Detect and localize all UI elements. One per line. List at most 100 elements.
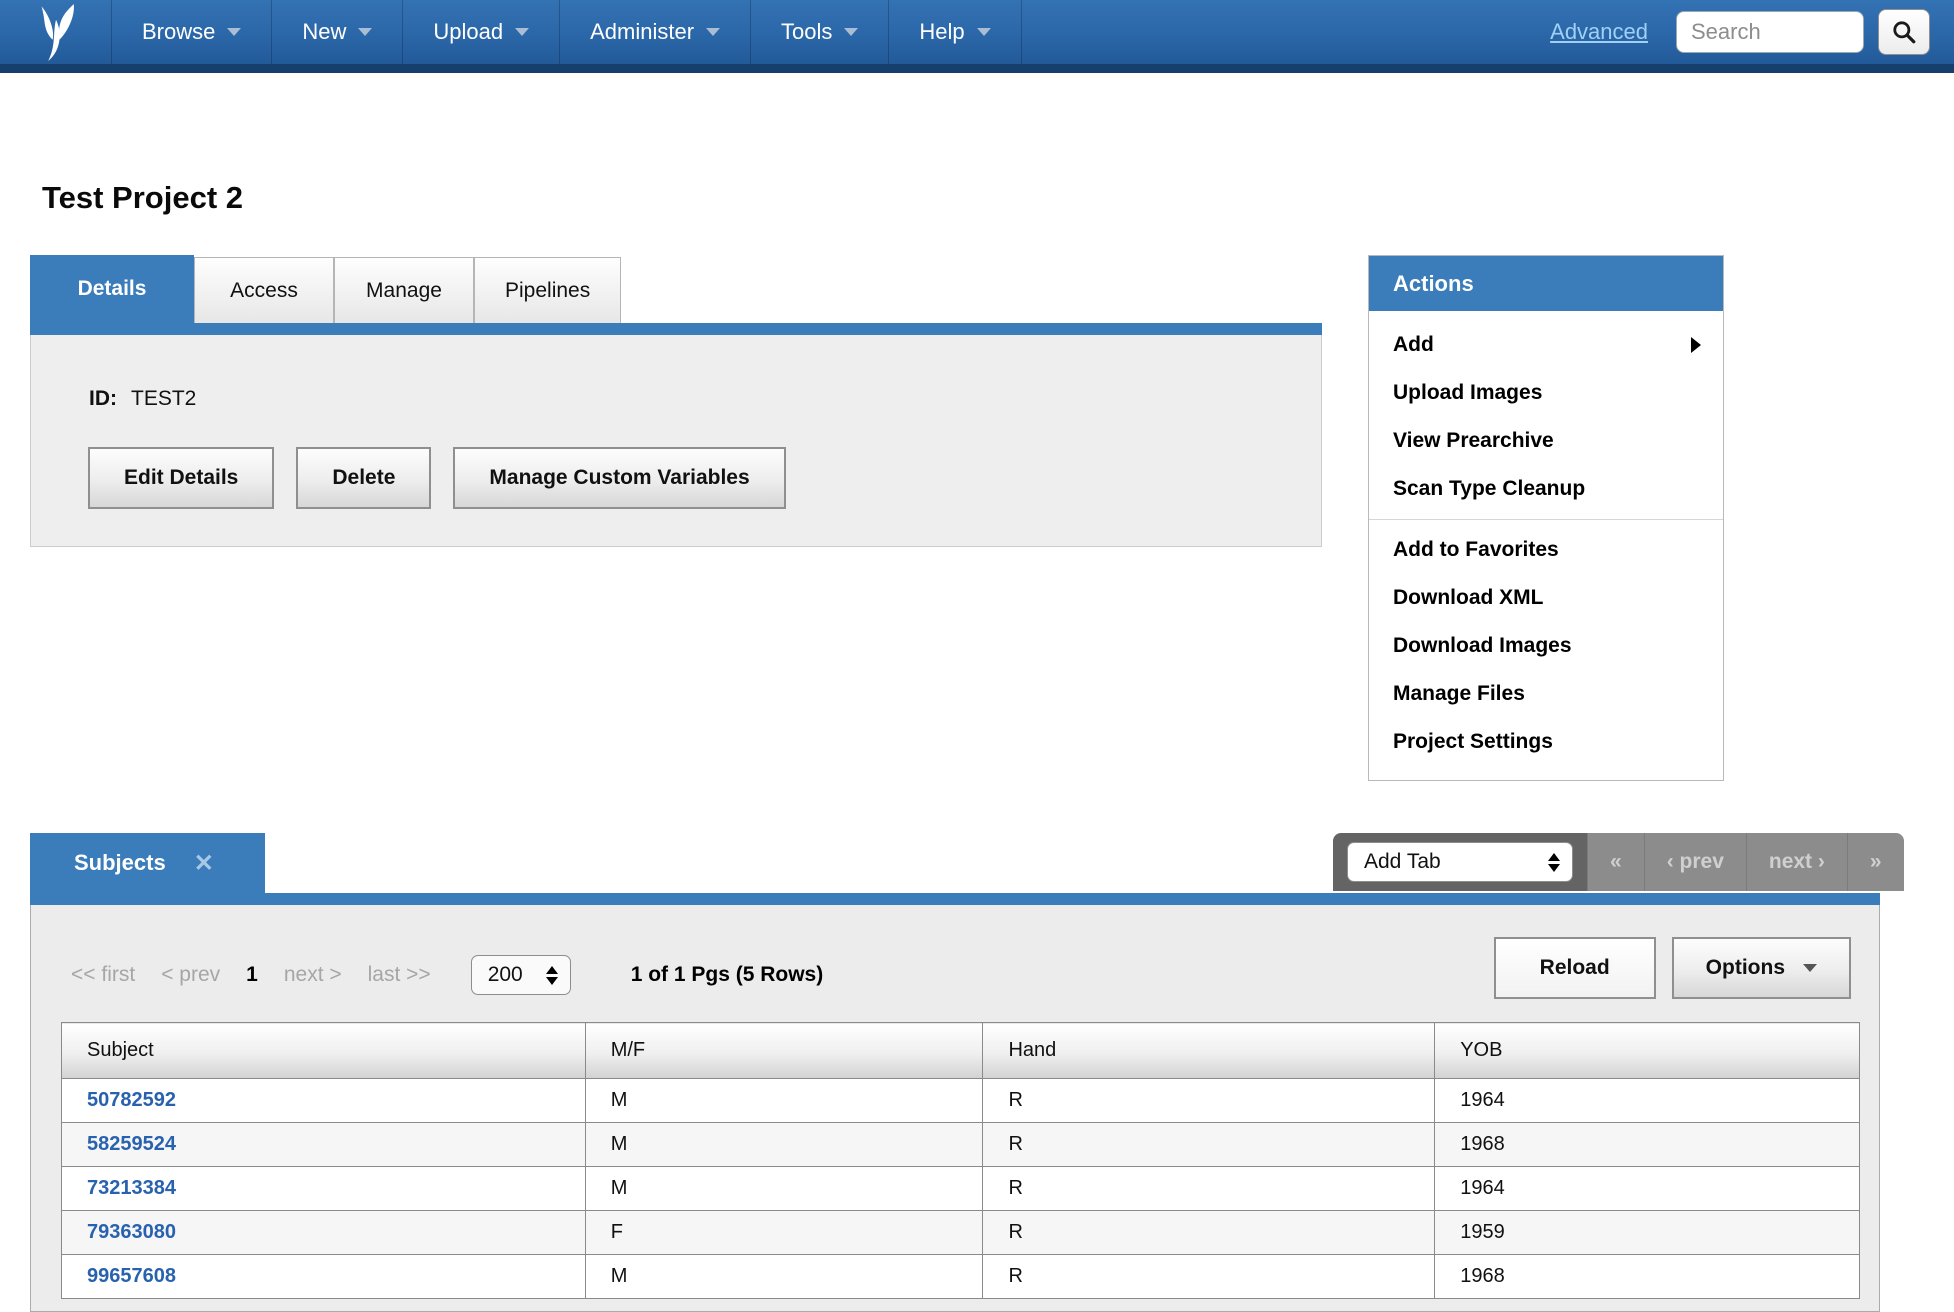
chevron-down-icon <box>844 28 858 36</box>
table-row: 73213384 M R 1964 <box>62 1167 1860 1211</box>
column-header-yob[interactable]: YOB <box>1435 1023 1860 1079</box>
tab-details[interactable]: Details <box>30 255 194 323</box>
tab-access[interactable]: Access <box>194 257 334 323</box>
cell-mf: M <box>585 1167 983 1211</box>
page-next-link[interactable]: next > <box>284 963 342 987</box>
subjects-tab-strip <box>30 893 1880 905</box>
tab-pager-prev[interactable]: ‹ prev <box>1644 833 1746 891</box>
cell-mf: M <box>585 1255 983 1299</box>
table-header-row: Subject M/F Hand YOB <box>62 1023 1860 1079</box>
id-label: ID: <box>89 387 117 410</box>
pagination-controls: << first < prev 1 next > last >> 200 1 o… <box>71 955 823 995</box>
action-add-to-favorites[interactable]: Add to Favorites <box>1369 526 1723 574</box>
nav-menu-upload[interactable]: Upload <box>402 0 559 64</box>
project-tabs: Details Access Manage Pipelines <box>30 255 621 323</box>
project-id-line: ID: TEST2 <box>89 387 196 411</box>
nav-menu-browse[interactable]: Browse <box>111 0 271 64</box>
chevron-down-icon <box>706 28 720 36</box>
page-size-select[interactable]: 200 <box>471 955 571 995</box>
cell-hand: R <box>983 1211 1435 1255</box>
options-button[interactable]: Options <box>1672 937 1851 999</box>
subjects-tab-label: Subjects <box>74 850 166 876</box>
cell-hand: R <box>983 1167 1435 1211</box>
select-arrows-icon <box>1548 853 1560 872</box>
pagination-summary: 1 of 1 Pgs (5 Rows) <box>631 963 824 987</box>
subject-link[interactable]: 79363080 <box>87 1221 176 1243</box>
action-upload-images[interactable]: Upload Images <box>1369 369 1723 417</box>
column-header-hand[interactable]: Hand <box>983 1023 1435 1079</box>
subject-link[interactable]: 50782592 <box>87 1089 176 1111</box>
advanced-search-link[interactable]: Advanced <box>1550 19 1648 45</box>
action-download-images[interactable]: Download Images <box>1369 622 1723 670</box>
delete-button[interactable]: Delete <box>296 447 431 509</box>
page-first-link[interactable]: << first <box>71 963 135 987</box>
action-project-settings[interactable]: Project Settings <box>1369 718 1723 766</box>
tab-subjects[interactable]: Subjects ✕ <box>30 833 265 893</box>
cell-yob: 1968 <box>1435 1123 1860 1167</box>
tab-pager-next[interactable]: next › <box>1746 833 1847 891</box>
table-row: 99657608 M R 1968 <box>62 1255 1860 1299</box>
cell-mf: F <box>585 1211 983 1255</box>
cell-mf: M <box>585 1079 983 1123</box>
action-view-prearchive[interactable]: View Prearchive <box>1369 417 1723 465</box>
table-row: 50782592 M R 1964 <box>62 1079 1860 1123</box>
tab-pager: « ‹ prev next › » <box>1587 833 1904 891</box>
nav-menu-label: Administer <box>590 19 694 45</box>
tab-manage[interactable]: Manage <box>334 257 474 323</box>
app-logo[interactable] <box>0 0 111 64</box>
page-title: Test Project 2 <box>42 180 243 216</box>
submenu-arrow-icon <box>1691 337 1701 353</box>
tab-pager-first[interactable]: « <box>1587 833 1644 891</box>
nav-menu-new[interactable]: New <box>271 0 402 64</box>
manage-custom-variables-button[interactable]: Manage Custom Variables <box>453 447 785 509</box>
subject-link[interactable]: 99657608 <box>87 1265 176 1287</box>
id-value: TEST2 <box>131 387 196 410</box>
table-row: 58259524 M R 1968 <box>62 1123 1860 1167</box>
cell-yob: 1968 <box>1435 1255 1860 1299</box>
search-input[interactable] <box>1676 11 1864 53</box>
edit-details-button[interactable]: Edit Details <box>88 447 274 509</box>
cell-hand: R <box>983 1255 1435 1299</box>
action-download-xml[interactable]: Download XML <box>1369 574 1723 622</box>
column-header-mf[interactable]: M/F <box>585 1023 983 1079</box>
chevron-down-icon <box>515 28 529 36</box>
nav-menu-label: Tools <box>781 19 832 45</box>
column-header-subject[interactable]: Subject <box>62 1023 586 1079</box>
actions-panel-title: Actions <box>1369 256 1723 311</box>
close-icon[interactable]: ✕ <box>194 849 214 878</box>
chevron-down-icon <box>1803 964 1817 972</box>
tab-pager-last[interactable]: » <box>1847 833 1904 891</box>
nav-menu-help[interactable]: Help <box>888 0 1021 64</box>
action-label: Add <box>1393 333 1434 357</box>
nav-menus: Browse New Upload Administer Tools Help <box>111 0 1022 64</box>
top-navbar: Browse New Upload Administer Tools Help … <box>0 0 1954 73</box>
page-last-link[interactable]: last >> <box>368 963 431 987</box>
action-add[interactable]: Add <box>1369 321 1723 369</box>
cell-yob: 1959 <box>1435 1211 1860 1255</box>
subject-link[interactable]: 73213384 <box>87 1177 176 1199</box>
cell-hand: R <box>983 1079 1435 1123</box>
search-button[interactable] <box>1878 9 1930 55</box>
nav-menu-label: Browse <box>142 19 215 45</box>
actions-divider <box>1369 519 1723 520</box>
nav-menu-administer[interactable]: Administer <box>559 0 750 64</box>
add-tab-area: Add Tab <box>1333 833 1587 891</box>
options-label: Options <box>1706 956 1785 980</box>
cell-yob: 1964 <box>1435 1167 1860 1211</box>
page-prev-link[interactable]: < prev <box>161 963 220 987</box>
cell-mf: M <box>585 1123 983 1167</box>
tab-pipelines[interactable]: Pipelines <box>474 257 621 323</box>
subject-link[interactable]: 58259524 <box>87 1133 176 1155</box>
subjects-panel: << first < prev 1 next > last >> 200 1 o… <box>30 905 1880 1312</box>
table-action-buttons: Reload Options <box>1494 937 1851 999</box>
reload-button[interactable]: Reload <box>1494 937 1656 999</box>
action-manage-files[interactable]: Manage Files <box>1369 670 1723 718</box>
nav-menu-label: Upload <box>433 19 503 45</box>
add-tab-select[interactable]: Add Tab <box>1347 842 1573 882</box>
subjects-table: Subject M/F Hand YOB 50782592 M R 1964 5… <box>61 1022 1860 1299</box>
nav-menu-tools[interactable]: Tools <box>750 0 888 64</box>
select-arrows-icon <box>546 966 558 985</box>
action-scan-type-cleanup[interactable]: Scan Type Cleanup <box>1369 465 1723 513</box>
nav-menu-label: Help <box>919 19 964 45</box>
table-row: 79363080 F R 1959 <box>62 1211 1860 1255</box>
